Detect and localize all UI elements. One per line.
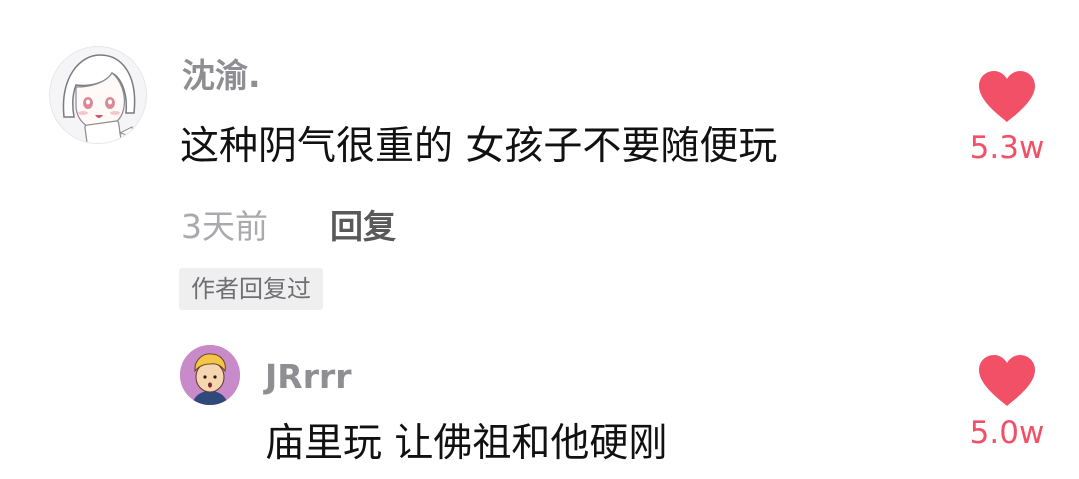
- reply-username[interactable]: JRrrr: [265, 357, 352, 397]
- user-avatar[interactable]: [180, 345, 240, 405]
- reply-item: JRrrr 庙里玩 让佛祖和他硬刚 5.0w: [0, 330, 1079, 479]
- like-count: 5.3w: [969, 130, 1045, 166]
- comment-timestamp: 3天前: [181, 207, 268, 246]
- like-button[interactable]: [977, 354, 1037, 412]
- like-count: 5.0w: [969, 415, 1045, 451]
- comment-text: 这种阴气很重的 女孩子不要随便玩: [180, 124, 778, 169]
- like-button[interactable]: [977, 70, 1037, 128]
- reply-text: 庙里玩 让佛祖和他硬刚: [265, 421, 668, 466]
- comment-item: 沈渝. 这种阴气很重的 女孩子不要随便玩 3天前 回复 作者回复过 5.3w: [0, 0, 1079, 320]
- comment-username[interactable]: 沈渝.: [182, 56, 261, 96]
- cartoon-boy-avatar-icon: [180, 345, 240, 405]
- heart-icon: [979, 71, 1035, 122]
- user-avatar[interactable]: [49, 46, 147, 144]
- heart-icon: [979, 355, 1035, 406]
- anime-girl-avatar-icon: [50, 47, 146, 143]
- author-replied-badge: 作者回复过: [179, 268, 323, 310]
- reply-button[interactable]: 回复: [330, 207, 396, 247]
